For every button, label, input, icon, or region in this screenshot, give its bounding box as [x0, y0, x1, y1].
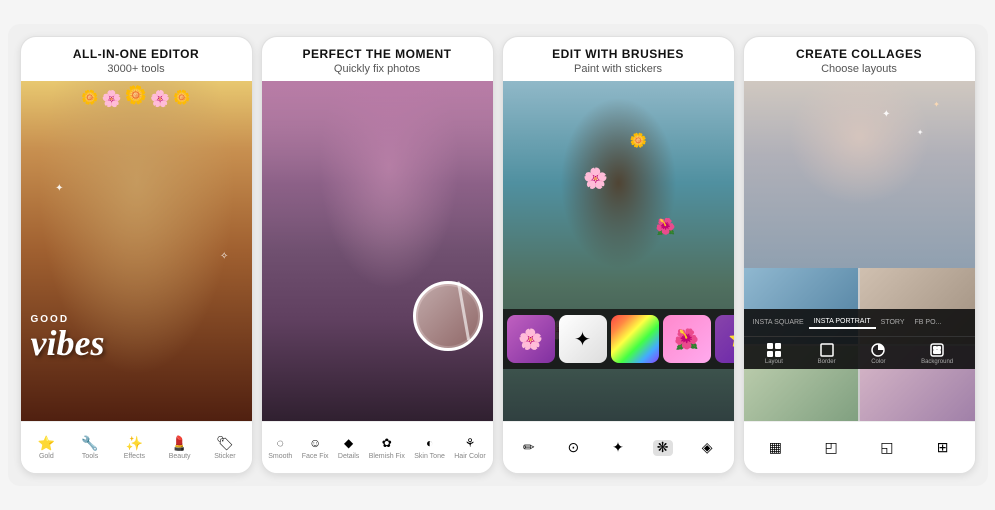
collage-controls: INSTA SQUARE INSTA PORTRAIT STORY FB PO.… [744, 309, 975, 369]
app-container: ALL-IN-ONE EDITOR 3000+ tools 🌼 🌸 🌼 🌸 🌼 … [8, 24, 988, 486]
toolbar-collage-4[interactable]: ⊞ [933, 440, 953, 456]
sticker-thumb-2[interactable]: ✦ [559, 315, 607, 363]
tab-insta-portrait[interactable]: INSTA PORTRAIT [809, 316, 876, 329]
background-icon [929, 342, 945, 358]
moment-toolbar: ◌ Smooth ☺ Face Fix ◆ Details ✿ Blemish … [262, 421, 493, 473]
sticker-thumb-3[interactable]: 🌺 [663, 315, 711, 363]
effects-icon: ✨ [124, 435, 144, 451]
card-brushes-header: EDIT WITH BRUSHES Paint with stickers [503, 37, 734, 81]
toolbar-facefix[interactable]: ☺ Face Fix [302, 435, 329, 460]
collage-icon-3: ◱ [877, 440, 897, 456]
tab-story[interactable]: STORY [876, 317, 910, 328]
toolbar-collage-1[interactable]: ▦ [765, 440, 785, 456]
toolbar-tools[interactable]: 🔧 Tools [80, 435, 100, 460]
collages-toolbar: ▦ ◰ ◱ ⊞ [744, 421, 975, 473]
toolbar-gold[interactable]: ⭐ Gold [36, 435, 56, 460]
collage-icon-1: ▦ [765, 440, 785, 456]
toolbar-sticker[interactable]: 🏷 Sticker [214, 435, 235, 460]
card-collages-title: CREATE COLLAGES [754, 47, 965, 61]
card-editor: ALL-IN-ONE EDITOR 3000+ tools 🌼 🌸 🌼 🌸 🌼 … [20, 36, 253, 474]
vibes-text: GOOD vibes [31, 314, 105, 361]
tool-layout[interactable]: Layout [765, 342, 783, 365]
card-brushes-title: EDIT WITH BRUSHES [513, 47, 724, 61]
toolbar-brush-4[interactable]: ❋ [653, 440, 673, 456]
flower-crown: 🌼 🌸 🌼 🌸 🌼 [81, 89, 190, 109]
card-moment-title: PERFECT THE MOMENT [272, 47, 483, 61]
circle-preview [413, 281, 483, 351]
card-collages-image: ✦ ✦ ✦ INSTA SQUARE INSTA PORTRAIT STORY [744, 81, 975, 421]
sticker-icon: 🏷 [215, 435, 235, 451]
details-icon: ◆ [339, 435, 359, 451]
collage-tab-row: INSTA SQUARE INSTA PORTRAIT STORY FB PO.… [744, 309, 975, 337]
collage-icon-4: ⊞ [933, 440, 953, 456]
card-editor-title: ALL-IN-ONE EDITOR [31, 47, 242, 61]
toolbar-haircolor[interactable]: ⚘ Hair Color [454, 435, 486, 460]
color-icon [870, 342, 886, 358]
card-editor-image: 🌼 🌸 🌼 🌸 🌼 ✦ ✧ GOOD vibes [21, 81, 252, 421]
brush5-icon: ◈ [697, 440, 717, 456]
card-editor-header: ALL-IN-ONE EDITOR 3000+ tools [21, 37, 252, 81]
blemish-icon: ✿ [377, 435, 397, 451]
toolbar-brush-5[interactable]: ◈ [697, 440, 717, 456]
collage-icon-2: ◰ [821, 440, 841, 456]
brush2-icon: ⊙ [563, 440, 583, 456]
brush4-icon: ❋ [653, 440, 673, 456]
editor-toolbar: ⭐ Gold 🔧 Tools ✨ Effects 💄 Beauty 🏷 Stic… [21, 421, 252, 473]
card-moment-image [262, 81, 493, 421]
skintone-icon: ◐ [420, 435, 440, 451]
toolbar-effects[interactable]: ✨ Effects [124, 435, 145, 460]
card-collages-subtitle: Choose layouts [754, 63, 965, 75]
card-collages: CREATE COLLAGES Choose layouts ✦ ✦ ✦ [743, 36, 976, 474]
border-icon [819, 342, 835, 358]
toolbar-blemish[interactable]: ✿ Blemish Fix [369, 435, 405, 460]
collage-tool-row: Layout Border [744, 337, 975, 369]
sticker-picker: 🌸 ✦ 🌺 ⭐ [503, 309, 734, 369]
card-brushes-image: 🌸 🌺 🌼 🌸 🌸 ✦ 🌺 ⭐ [503, 81, 734, 421]
brush1-icon: ✏ [519, 440, 539, 456]
card-editor-subtitle: 3000+ tools [31, 63, 242, 75]
toolbar-beauty[interactable]: 💄 Beauty [169, 435, 191, 460]
brushes-toolbar: ✏ ⊙ ✦ ❋ ◈ [503, 421, 734, 473]
sticker-flower2: 🌺 [656, 217, 676, 237]
tab-fb[interactable]: FB PO... [910, 317, 947, 328]
toolbar-brush-2[interactable]: ⊙ [563, 440, 583, 456]
facefix-icon: ☺ [305, 435, 325, 451]
card-moment-header: PERFECT THE MOMENT Quickly fix photos [262, 37, 493, 81]
gold-icon: ⭐ [36, 435, 56, 451]
tool-background[interactable]: Background [921, 342, 953, 365]
toolbar-smooth[interactable]: ◌ Smooth [268, 435, 292, 460]
toolbar-details[interactable]: ◆ Details [338, 435, 359, 460]
layout-icon [766, 342, 782, 358]
brush3-icon: ✦ [608, 440, 628, 456]
toolbar-brush-3[interactable]: ✦ [608, 440, 628, 456]
haircolor-icon: ⚘ [460, 435, 480, 451]
card-brushes: EDIT WITH BRUSHES Paint with stickers 🌸 … [502, 36, 735, 474]
beauty-icon: 💄 [170, 435, 190, 451]
card-moment: PERFECT THE MOMENT Quickly fix photos ◌ … [261, 36, 494, 474]
card-brushes-subtitle: Paint with stickers [513, 63, 724, 75]
sparkle: ✦ [55, 183, 63, 194]
toolbar-collage-3[interactable]: ◱ [877, 440, 897, 456]
tab-insta-square[interactable]: INSTA SQUARE [748, 317, 809, 328]
tools-icon: 🔧 [80, 435, 100, 451]
toolbar-brush-1[interactable]: ✏ [519, 440, 539, 456]
sticker-thumb-1[interactable]: 🌸 [507, 315, 555, 363]
hair-detail [262, 81, 493, 251]
toolbar-collage-2[interactable]: ◰ [821, 440, 841, 456]
sparkle: ✧ [220, 251, 228, 262]
toolbar-skintone[interactable]: ◐ Skin Tone [414, 435, 445, 460]
tool-border[interactable]: Border [818, 342, 836, 365]
sticker-flower: 🌸 [583, 166, 608, 191]
smooth-icon: ◌ [270, 435, 290, 451]
card-collages-header: CREATE COLLAGES Choose layouts [744, 37, 975, 81]
sticker-thumb-rainbow[interactable] [611, 315, 659, 363]
card-moment-subtitle: Quickly fix photos [272, 63, 483, 75]
sticker-flower3: 🌼 [630, 132, 647, 149]
tool-color[interactable]: Color [870, 342, 886, 365]
sticker-thumb-4[interactable]: ⭐ [715, 315, 734, 363]
